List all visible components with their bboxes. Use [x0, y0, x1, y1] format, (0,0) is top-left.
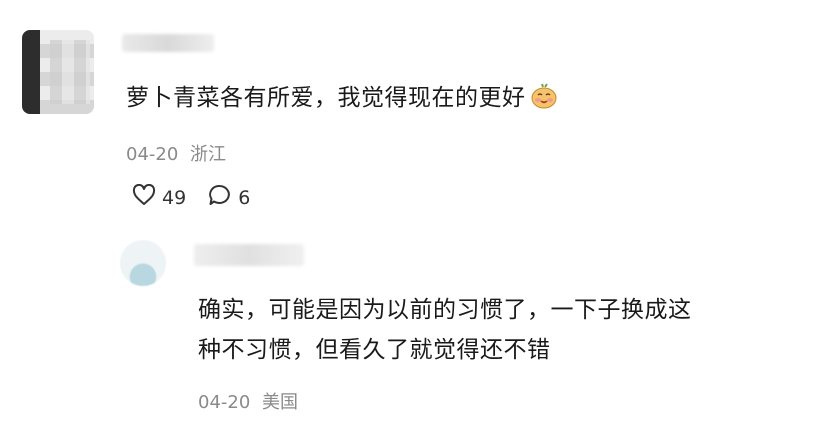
comment-bubble-icon	[208, 184, 238, 211]
comment-location: 浙江	[190, 144, 227, 165]
reply-username-blurred[interactable]	[194, 244, 304, 266]
avatar[interactable]	[22, 30, 94, 114]
reply-line-2: 种不习惯，但看久了就觉得还不错	[198, 337, 551, 363]
like-button[interactable]: 49	[132, 183, 187, 211]
reply-date: 04-20	[198, 392, 251, 413]
reply-meta: 04-20 美国	[198, 388, 298, 414]
reply-count: 6	[238, 186, 251, 209]
face-emoji-icon	[530, 83, 558, 109]
reply-avatar[interactable]	[120, 240, 166, 286]
reply-text: 确实，可能是因为以前的习惯了，一下子换成这 种不习惯，但看久了就觉得还不错	[198, 290, 798, 370]
comment-body: 萝卜青菜各有所爱，我觉得现在的更好	[126, 85, 526, 111]
comment-meta: 04-20 浙江	[126, 140, 226, 166]
comment-date: 04-20	[126, 144, 179, 165]
comment-text: 萝卜青菜各有所爱，我觉得现在的更好	[126, 78, 558, 112]
comment-actions: 49 6	[132, 183, 272, 211]
reply-button[interactable]: 6	[208, 184, 250, 211]
username-blurred[interactable]	[122, 34, 214, 52]
reply-line-1: 确实，可能是因为以前的习惯了，一下子换成这	[198, 297, 692, 323]
heart-icon	[132, 183, 162, 211]
reply-location: 美国	[262, 392, 299, 413]
like-count: 49	[162, 186, 187, 209]
